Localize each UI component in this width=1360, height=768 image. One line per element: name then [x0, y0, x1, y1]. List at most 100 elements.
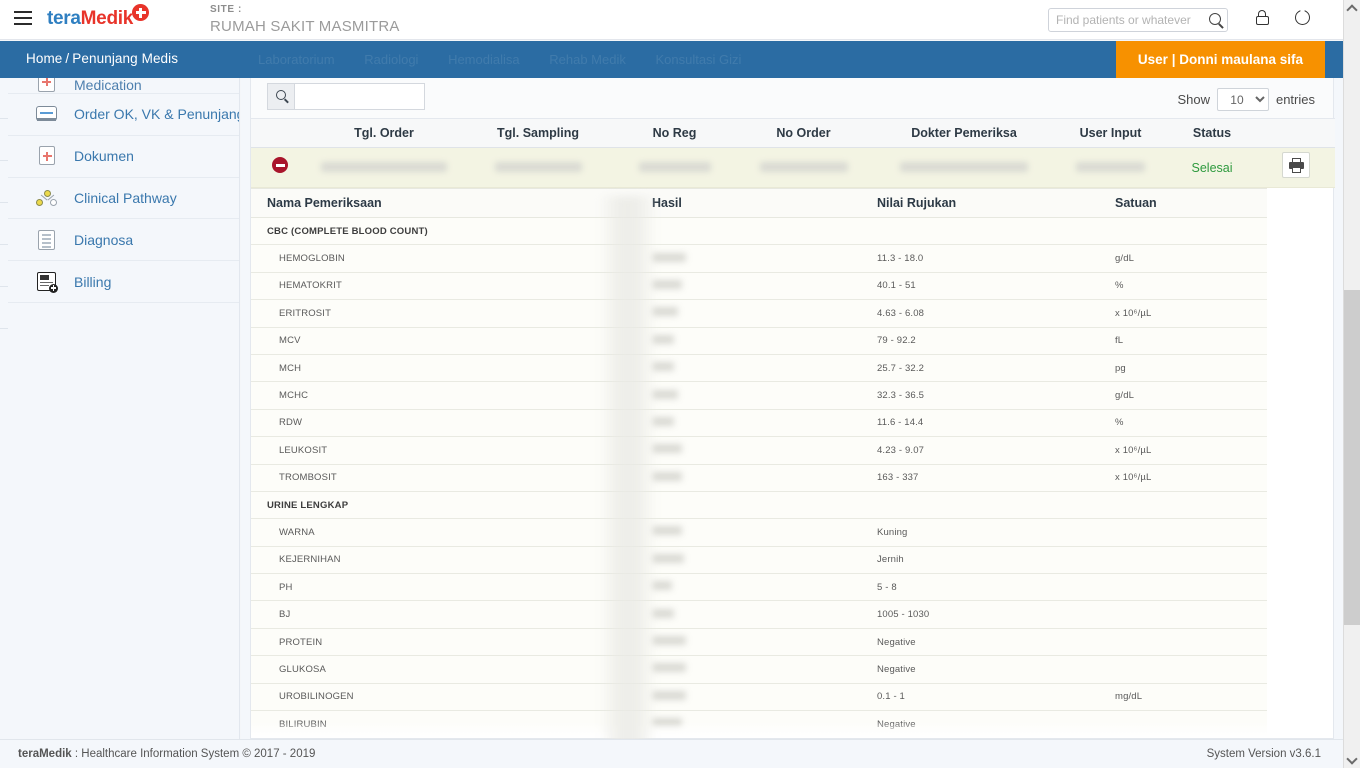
- datatable-search-input[interactable]: [295, 84, 424, 109]
- detail-group-row: URINE LENGKAP: [251, 491, 1267, 520]
- detail-hasil: [636, 409, 861, 438]
- detail-nama-pemeriksaan: ERITROSIT: [251, 299, 636, 328]
- search-icon[interactable]: [268, 84, 295, 109]
- sidebar-item-order-ok-vk[interactable]: Order OK, VK & Penunjang Lai: [8, 94, 239, 136]
- sidebar-item-label: Order OK, VK & Penunjang Lai: [74, 106, 239, 123]
- detail-hasil: [636, 299, 861, 328]
- detail-item-row: HEMOGLOBIN 11.3 - 18.0 g/dL: [251, 244, 1267, 273]
- breadcrumb-current: Penunjang Medis: [72, 51, 179, 66]
- sidebar-item-label: Medication: [74, 78, 142, 93]
- col-user-input[interactable]: User Input: [1053, 118, 1168, 148]
- sidebar-item-billing[interactable]: Billing: [8, 261, 239, 303]
- rail-divider: [0, 160, 8, 161]
- logo-text-second: Medik: [80, 8, 134, 29]
- printer-icon[interactable]: [1281, 152, 1310, 178]
- detail-nilai-rujukan: 32.3 - 36.5: [861, 381, 1099, 410]
- col-no-order[interactable]: No Order: [732, 118, 875, 148]
- hamburger-bar: [14, 11, 32, 13]
- tab-hemodialisa[interactable]: Hemodialisa: [448, 52, 520, 67]
- user-menu-button[interactable]: User | Donni maulana sifa: [1115, 41, 1325, 78]
- lock-icon[interactable]: [1255, 10, 1269, 28]
- detail-nilai-rujukan: 11.6 - 14.4: [861, 409, 1099, 438]
- detail-satuan: mg/dL: [1099, 683, 1267, 712]
- breadcrumb-home[interactable]: Home: [26, 51, 62, 66]
- detail-item-row: PH 5 - 8: [251, 573, 1267, 602]
- scroll-down-arrow-icon[interactable]: [1344, 751, 1360, 768]
- medical-cross-icon: [132, 4, 150, 22]
- detail-satuan: x 10⁶/µL: [1099, 436, 1267, 465]
- detail-satuan: [1099, 546, 1267, 575]
- power-icon[interactable]: [1295, 10, 1310, 25]
- app-logo[interactable]: teraMedik: [47, 4, 150, 30]
- minus-circle-icon[interactable]: [272, 157, 288, 173]
- sidebar-item-label: Clinical Pathway: [74, 189, 177, 206]
- tab-radiologi[interactable]: Radiologi: [364, 52, 418, 67]
- search-icon[interactable]: [1209, 13, 1221, 25]
- detail-hasil: [636, 683, 861, 712]
- tab-rehab-medik[interactable]: Rehab Medik: [549, 52, 626, 67]
- show-label: Show: [1177, 92, 1210, 107]
- page-scrollbar[interactable]: [1343, 0, 1360, 768]
- detail-group-row: CBC (COMPLETE BLOOD COUNT): [251, 217, 1267, 246]
- detail-satuan: [1099, 628, 1267, 657]
- sidebar-item-diagnosa[interactable]: Diagnosa: [8, 219, 239, 262]
- global-search-input[interactable]: [1056, 9, 1196, 31]
- lock-body: [1255, 16, 1269, 25]
- rail-divider: [0, 286, 8, 287]
- rail-divider: [0, 202, 8, 203]
- site-info: SITE : RUMAH SAKIT MASMITRA: [210, 4, 400, 35]
- detail-satuan: x 10⁶/µL: [1099, 299, 1267, 328]
- col-dokter-pemeriksa[interactable]: Dokter Pemeriksa: [875, 118, 1053, 148]
- col-tgl-sampling[interactable]: Tgl. Sampling: [459, 118, 617, 148]
- scroll-up-arrow-icon[interactable]: [1344, 0, 1360, 17]
- detail-nilai-rujukan: 40.1 - 51: [861, 272, 1099, 301]
- breadcrumb-separator: /: [65, 51, 70, 66]
- detail-hasil: [636, 381, 861, 410]
- col-status[interactable]: Status: [1168, 118, 1256, 148]
- table-row[interactable]: Selesai: [251, 147, 1335, 188]
- redacted-value: [321, 161, 447, 172]
- detail-item-row: BILIRUBIN Negative: [251, 710, 1267, 739]
- detail-item-row: MCV 79 - 92.2 fL: [251, 327, 1267, 355]
- detail-hasil: [636, 217, 861, 246]
- tab-konsultasi-gizi[interactable]: Konsultasi Gizi: [655, 52, 741, 67]
- detail-nilai-rujukan: [861, 217, 1099, 246]
- col-tgl-order[interactable]: Tgl. Order: [309, 118, 459, 148]
- hamburger-menu-icon[interactable]: [14, 11, 32, 27]
- col-no-reg[interactable]: No Reg: [617, 118, 732, 148]
- detail-satuan: x 10⁶/µL: [1099, 464, 1267, 492]
- redacted-value: [759, 161, 848, 172]
- cell-dokter-pemeriksa: [875, 147, 1053, 188]
- redacted-value: [652, 334, 674, 344]
- redacted-value: [652, 307, 678, 317]
- detail-hasil: [636, 244, 861, 273]
- detail-item-row: TROMBOSIT 163 - 337 x 10⁶/µL: [251, 464, 1267, 492]
- detail-nama-pemeriksaan: PROTEIN: [251, 628, 636, 657]
- global-search-box[interactable]: [1048, 8, 1228, 32]
- footer-copyright: teraMedik : Healthcare Information Syste…: [18, 748, 315, 760]
- datatable-search-box[interactable]: [267, 83, 425, 110]
- redacted-value: [652, 279, 682, 289]
- detail-hasil: [636, 464, 861, 492]
- detail-nama-pemeriksaan: TROMBOSIT: [251, 464, 636, 492]
- scrollbar-thumb[interactable]: [1344, 290, 1360, 625]
- breadcrumb: Home / Penunjang Medis: [26, 51, 178, 66]
- detail-nilai-rujukan: 4.63 - 6.08: [861, 299, 1099, 328]
- sidebar-item-medication[interactable]: Medication: [8, 78, 239, 94]
- sidebar-item-dokumen[interactable]: Dokumen: [8, 136, 239, 178]
- detail-satuan: [1099, 573, 1267, 602]
- redacted-value: [652, 690, 686, 700]
- detail-header-row: Nama Pemeriksaan Hasil Nilai Rujukan Sat…: [251, 188, 1267, 218]
- detail-hasil: [636, 491, 861, 520]
- detail-nama-pemeriksaan: CBC (COMPLETE BLOOD COUNT): [251, 217, 636, 246]
- detail-hasil: [636, 272, 861, 301]
- sidebar-item-clinical-pathway[interactable]: Clinical Pathway: [8, 178, 239, 220]
- page-length-select[interactable]: 10: [1216, 88, 1269, 111]
- tab-laboratorium[interactable]: Laboratorium: [258, 52, 335, 67]
- redacted-value: [652, 471, 682, 481]
- redacted-value: [652, 444, 682, 454]
- detail-nilai-rujukan: [861, 491, 1099, 520]
- detail-item-row: RDW 11.6 - 14.4%: [251, 409, 1267, 438]
- redacted-value: [652, 718, 682, 728]
- redacted-value: [652, 362, 674, 372]
